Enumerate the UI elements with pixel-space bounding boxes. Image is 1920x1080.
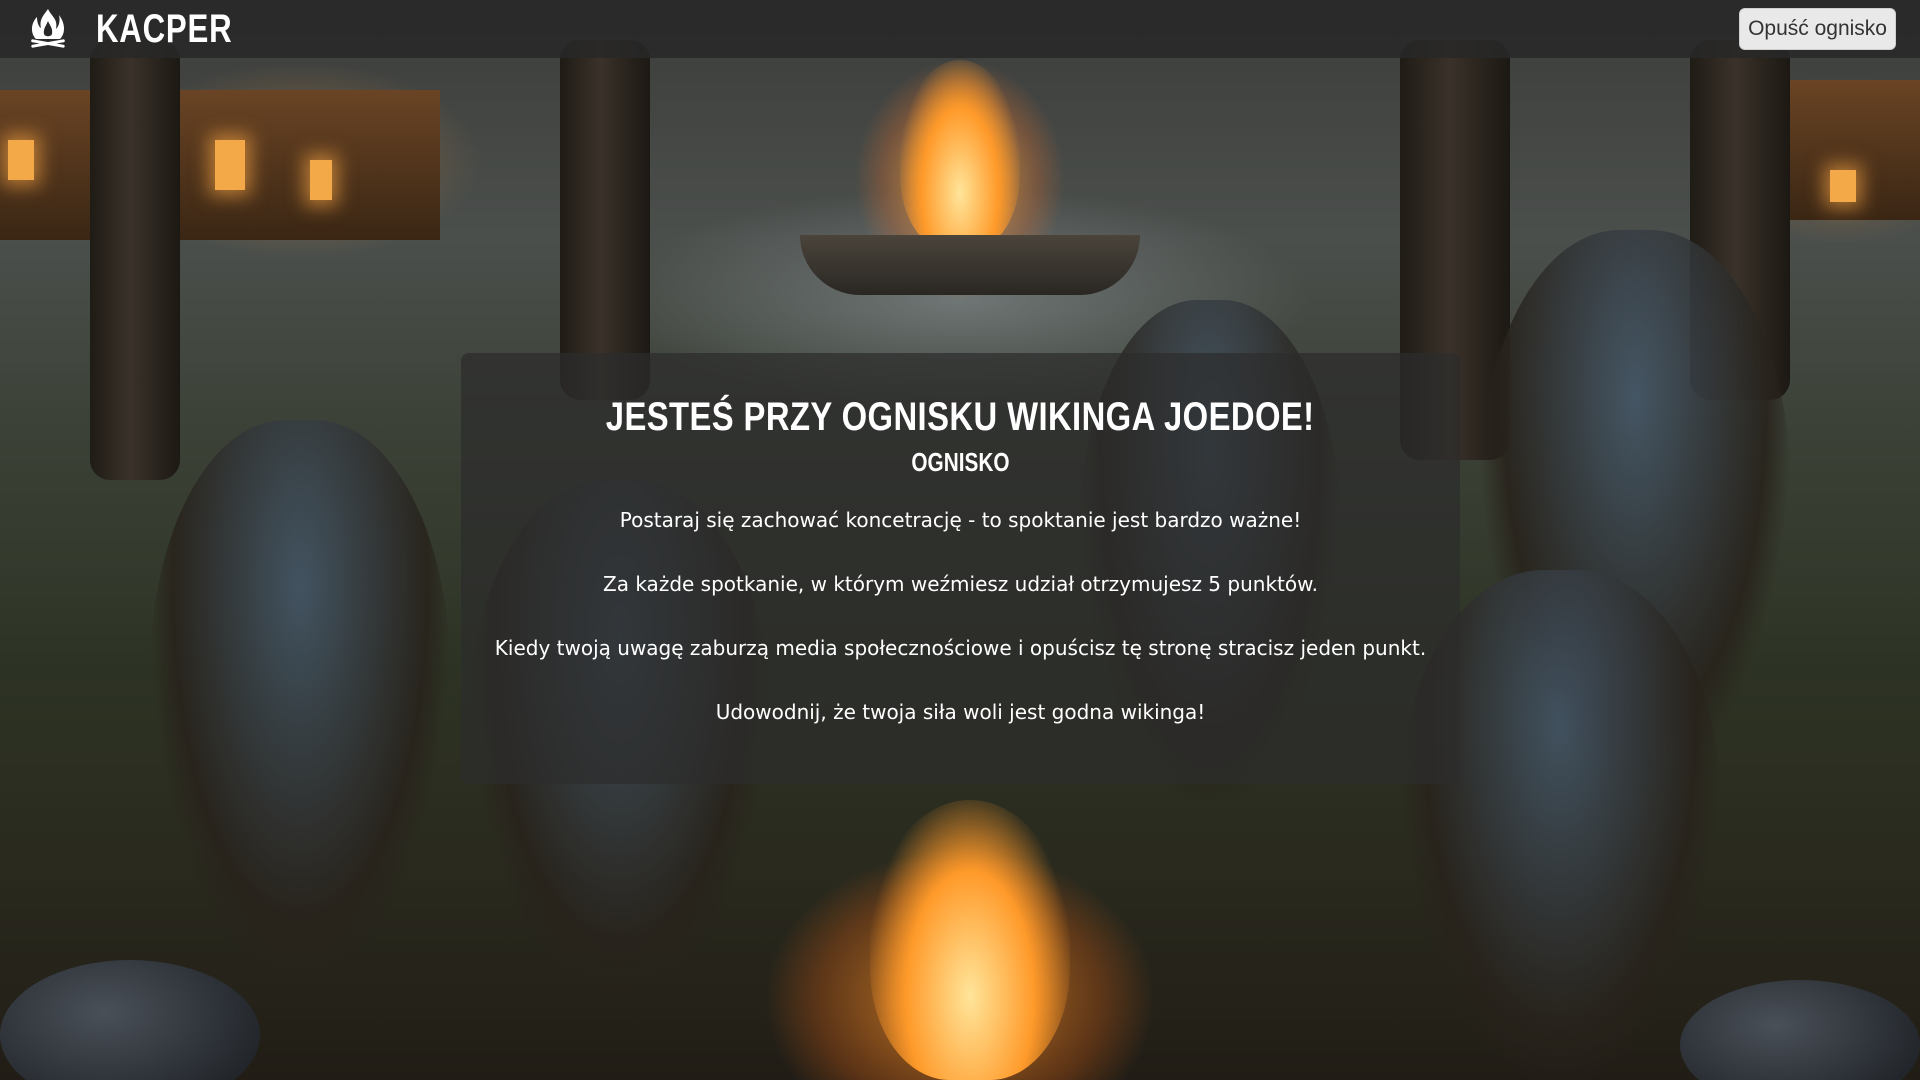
page-title: Jesteś przy ognisku wikinga joedoe! — [606, 395, 1315, 439]
cabin-window — [1830, 170, 1856, 202]
burning-boat — [800, 235, 1140, 295]
info-text: Postaraj się zachować koncetrację - to s… — [619, 508, 1302, 532]
page-subtitle: Ognisko — [911, 447, 1010, 477]
viking-figure — [150, 420, 450, 980]
cabin-window — [215, 140, 245, 190]
campfire-info-panel: Jesteś przy ognisku wikinga joedoe! Ogni… — [461, 353, 1460, 784]
info-text: Za każde spotkanie, w którym weźmiesz ud… — [603, 572, 1318, 596]
brand-name: KACPER — [96, 6, 233, 51]
brand[interactable]: KACPER — [28, 7, 271, 52]
tree-trunk — [560, 40, 650, 400]
leave-campfire-button[interactable]: Opuść ognisko — [1739, 8, 1896, 50]
cabin-window — [8, 140, 34, 180]
info-text: Udowodnij, że twoja siła woli jest godna… — [715, 700, 1206, 724]
cabin-window — [310, 160, 332, 200]
info-text: Kiedy twoją uwagę zaburzą media społeczn… — [494, 636, 1427, 660]
boat-fire — [900, 60, 1020, 250]
campfire-icon — [31, 9, 65, 48]
campfire-flame — [870, 800, 1070, 1080]
top-navbar: KACPER Opuść ognisko — [0, 0, 1920, 58]
tree-trunk — [90, 40, 180, 480]
